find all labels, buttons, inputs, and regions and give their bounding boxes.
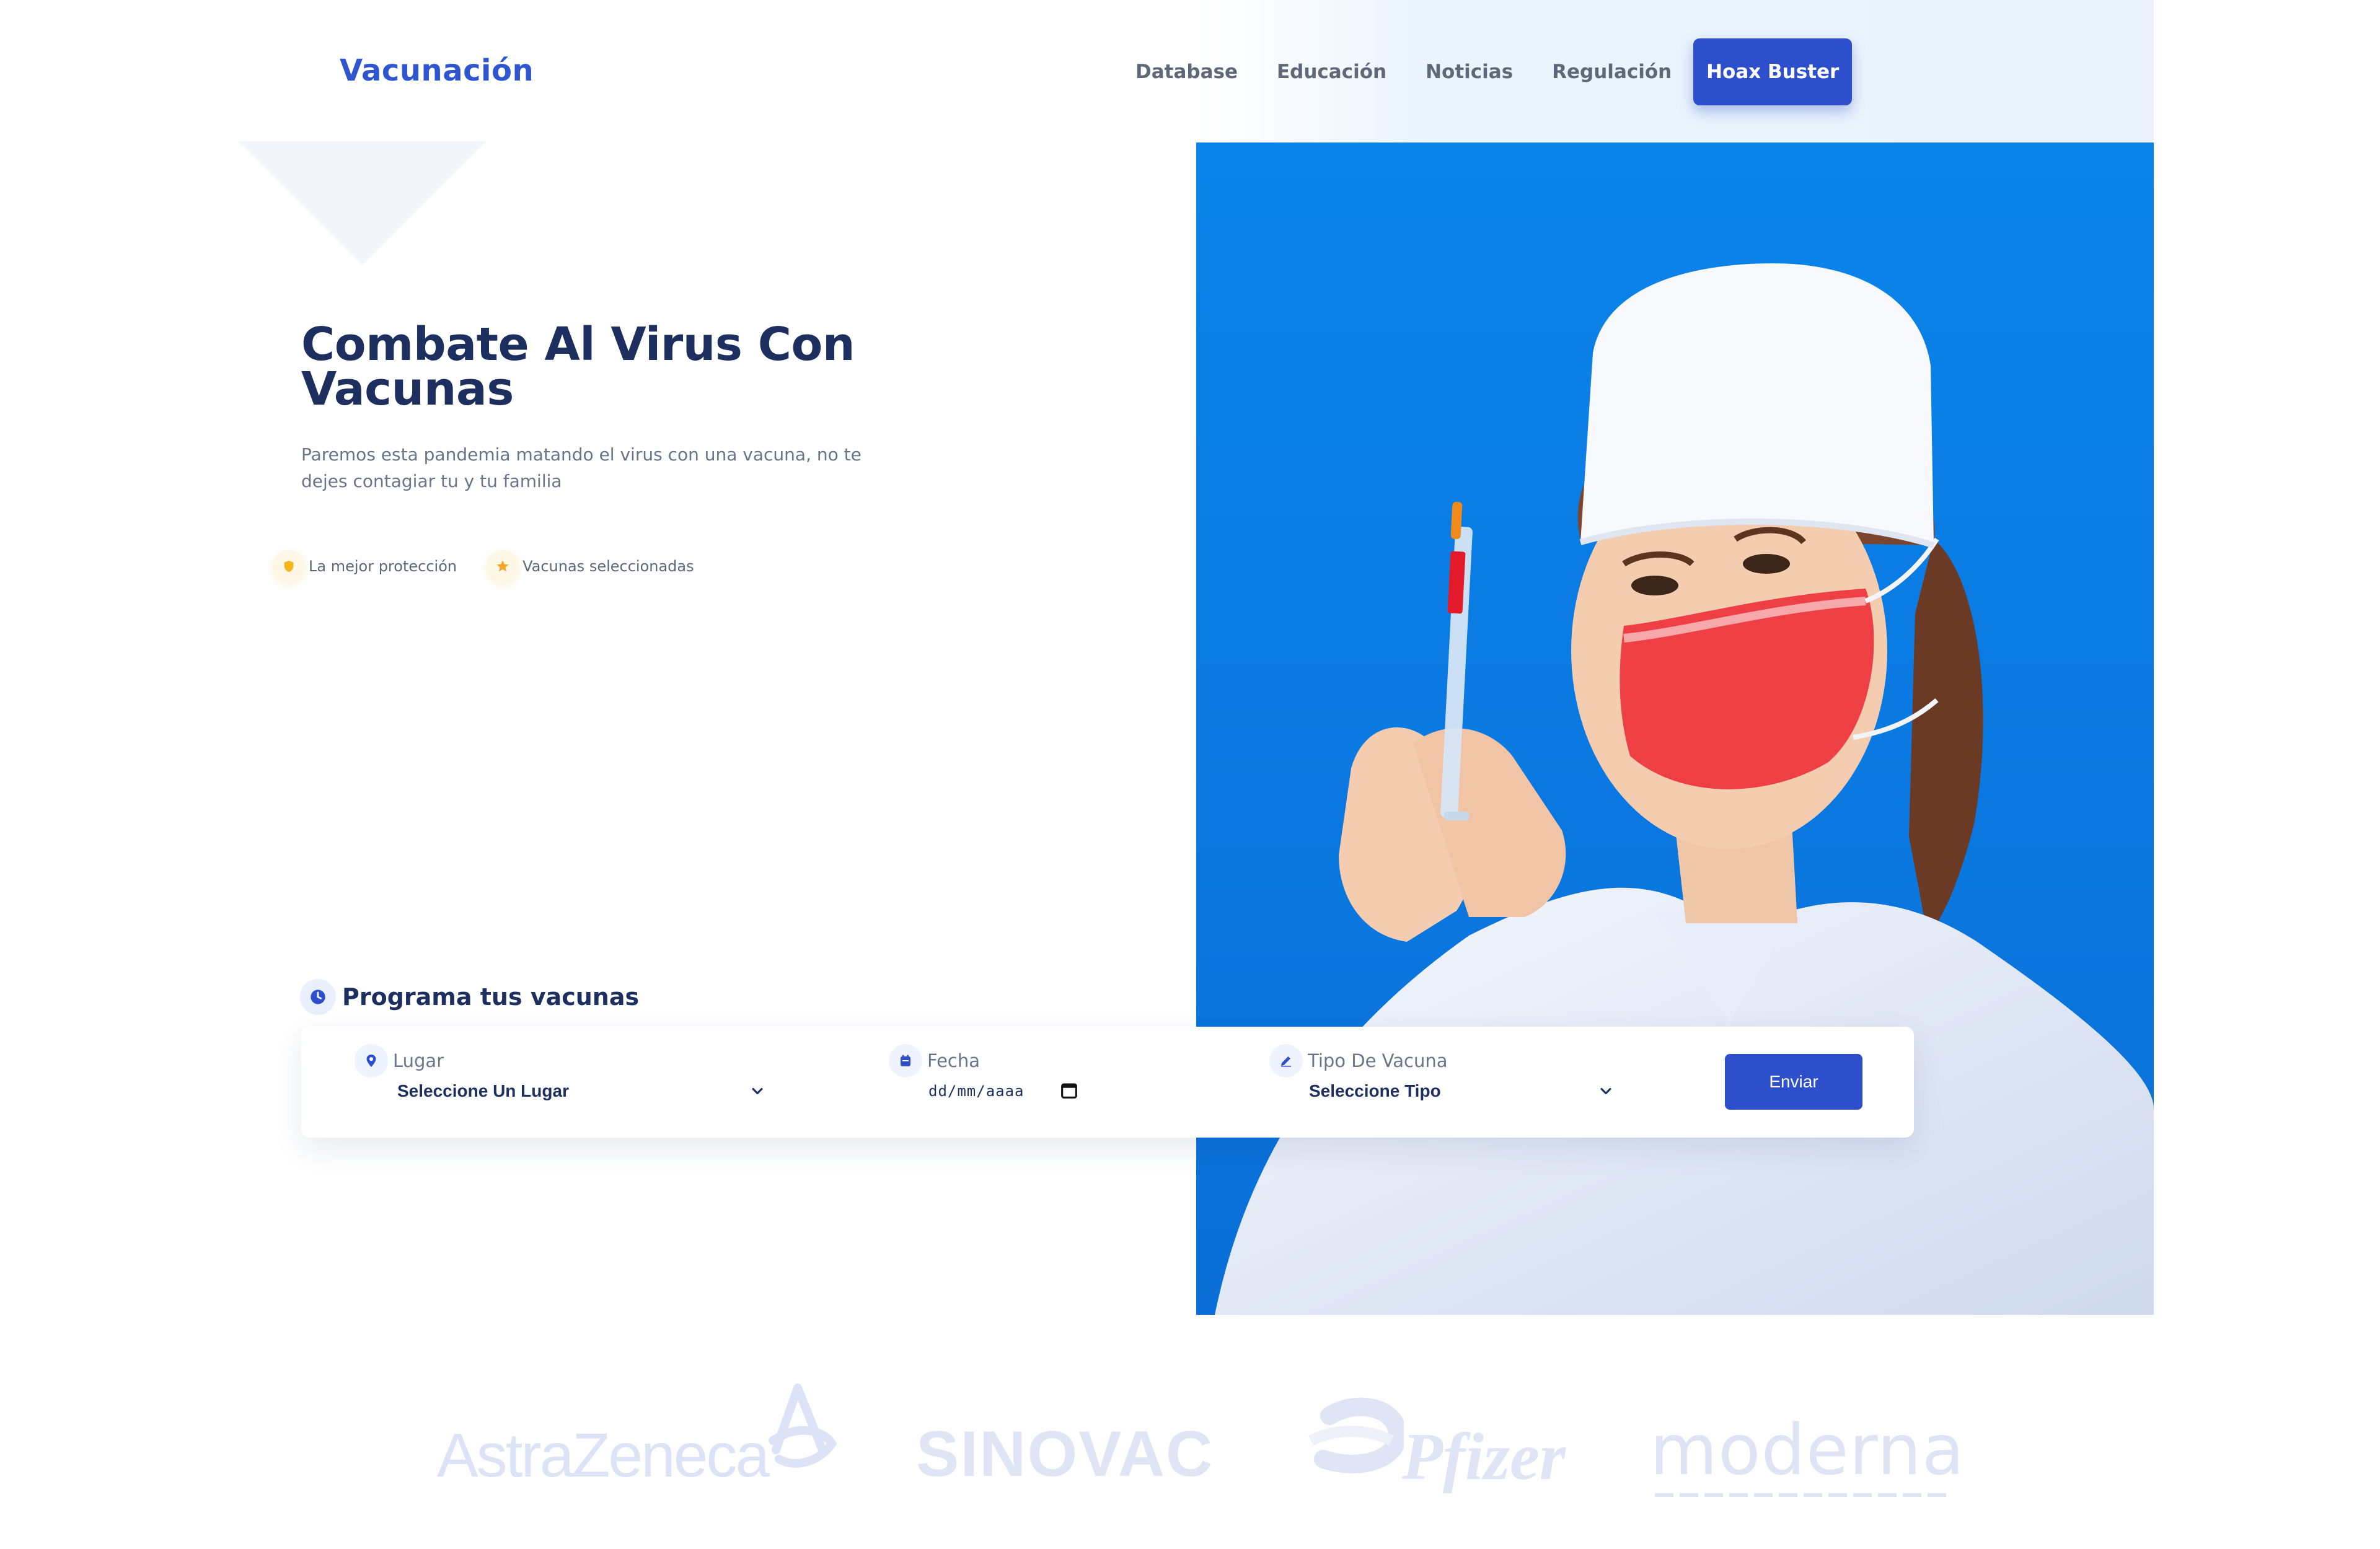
place-field: Lugar: [355, 1044, 444, 1077]
chevron-down-icon[interactable]: [749, 1082, 766, 1100]
feature-list: La mejor protección Vacunas seleccionada…: [273, 550, 724, 582]
astrazeneca-logo: AstraZeneca: [437, 1421, 770, 1490]
site-logo[interactable]: Vacunación: [340, 53, 534, 88]
place-label: Lugar: [393, 1050, 444, 1071]
clock-icon: [300, 979, 336, 1015]
vaccine-type-field: Tipo De Vacuna: [1269, 1044, 1447, 1077]
feature-label: Vacunas seleccionadas: [522, 558, 694, 575]
partner-logos: AstraZeneca SINOVAC Pfizer moderna: [0, 1363, 2380, 1524]
feature-label: La mejor protección: [309, 558, 457, 575]
hero-title-line2: Vacunas: [301, 362, 514, 416]
hero-subtitle-line1: Paremos esta pandemia matando el virus c…: [301, 444, 862, 465]
moderna-logo: moderna: [1650, 1410, 1965, 1491]
location-pin-icon: [355, 1044, 388, 1077]
nav-link-educacion[interactable]: Educación: [1277, 61, 1386, 83]
schedule-title: Programa tus vacunas: [342, 983, 640, 1011]
place-select[interactable]: Seleccione Un Lugar: [397, 1081, 569, 1101]
sinovac-logo: SINOVAC: [916, 1418, 1214, 1490]
pfizer-logo: Pfizer: [1402, 1420, 1566, 1494]
date-label: Fecha: [927, 1050, 981, 1071]
submit-button[interactable]: Enviar: [1725, 1054, 1862, 1110]
shield-icon: [273, 550, 305, 582]
pfizer-symbol-icon: [1308, 1397, 1404, 1473]
vaccine-type-select[interactable]: Seleccione Tipo: [1309, 1081, 1441, 1101]
calendar-icon: [889, 1044, 922, 1077]
date-input[interactable]: dd/mm/aaaa: [928, 1082, 1025, 1100]
date-field: Fecha: [889, 1044, 980, 1077]
pencil-icon: [1269, 1044, 1303, 1077]
moderna-underline: [1655, 1493, 1952, 1497]
star-icon: [487, 550, 519, 582]
hero-subtitle-line2: dejes contagiar tu y tu familia: [301, 471, 562, 491]
hero-title: Combate Al Virus Con Vacunas: [301, 322, 921, 412]
feature-item: Vacunas seleccionadas: [487, 550, 694, 582]
astrazeneca-symbol-icon: [769, 1384, 837, 1468]
chevron-down-icon[interactable]: [1597, 1082, 1615, 1100]
feature-item: La mejor protección: [273, 550, 457, 582]
nav-link-regulacion[interactable]: Regulación: [1552, 61, 1672, 83]
nav-link-database[interactable]: Database: [1135, 61, 1238, 83]
decor-triangle: [239, 141, 487, 265]
hero-subtitle: Paremos esta pandemia matando el virus c…: [301, 441, 921, 494]
schedule-form: Lugar Seleccione Un Lugar Fecha dd/mm/aa…: [301, 1027, 1914, 1138]
main-nav: Database Educación Noticias Regulación H…: [1135, 38, 1853, 105]
page: Vacunación Database Educación Noticias R…: [0, 0, 2380, 1549]
nav-link-noticias[interactable]: Noticias: [1426, 61, 1513, 83]
nurse-illustration: [1196, 143, 2154, 1315]
hoax-buster-button[interactable]: Hoax Buster: [1693, 38, 1853, 105]
schedule-header: Programa tus vacunas: [300, 979, 639, 1015]
hero-photo-nurse: [1196, 143, 2154, 1315]
calendar-picker-icon[interactable]: [1059, 1080, 1080, 1101]
vaccine-type-label: Tipo De Vacuna: [1308, 1050, 1448, 1071]
